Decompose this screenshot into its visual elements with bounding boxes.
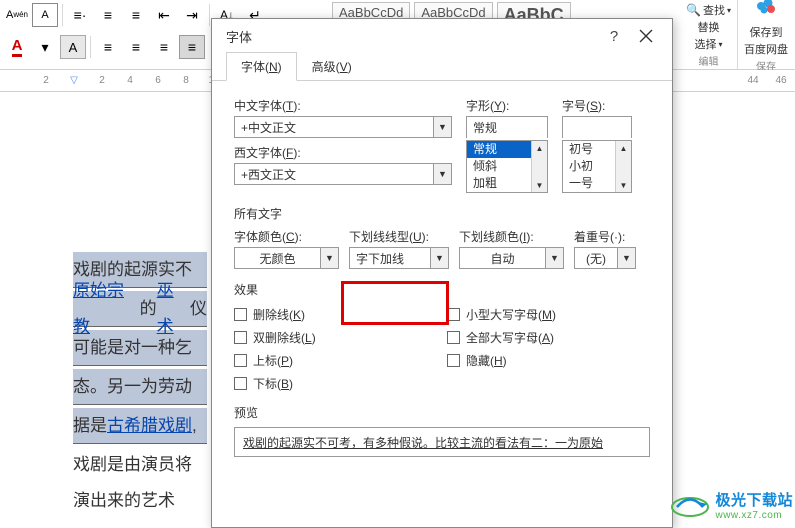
font-color-combo[interactable]: 无颜色 ▼ [234, 247, 339, 269]
ruler-tick: 8 [172, 75, 200, 86]
checkbox-subscript[interactable]: 下标(B) [234, 375, 437, 392]
doc-selected-line[interactable]: 态。另一为劳动 [73, 369, 207, 405]
font-color-value: 无颜色 [235, 250, 320, 267]
font-style-value: 常规 [467, 119, 547, 136]
chevron-down-icon[interactable]: ▼ [617, 248, 635, 268]
scrollbar[interactable]: ▲▼ [531, 141, 547, 192]
dec-indent-btn[interactable]: ⇤ [151, 3, 177, 27]
ruler-tick: 46 [767, 75, 795, 86]
chinese-font-combo[interactable]: +中文正文 ▼ [234, 116, 452, 138]
doc-selected-line[interactable]: 可能是对一种乞 [73, 330, 207, 366]
separator [90, 36, 91, 58]
ruler-tick: 6 [144, 75, 172, 86]
find-btn[interactable]: 🔍查找▾ [686, 2, 731, 18]
checkbox-superscript[interactable]: 上标(P) [234, 352, 437, 369]
dialog-tabs: 字体(N) 高级(V) [212, 53, 672, 81]
tab-advanced[interactable]: 高级(V) [297, 52, 367, 81]
emphasis-label: 着重号(·): [574, 228, 636, 245]
help-button[interactable]: ? [598, 22, 630, 50]
chevron-down-icon[interactable]: ▼ [430, 248, 448, 268]
close-button[interactable] [630, 22, 662, 50]
separator [209, 4, 210, 26]
separator [62, 4, 63, 26]
underline-style-value: 字下加线 [350, 250, 430, 267]
baidu-cloud-icon[interactable] [754, 0, 778, 23]
align-left-btn[interactable]: ≡ [95, 35, 121, 59]
save-cloud-l1[interactable]: 保存到 [749, 24, 782, 40]
align-right-btn[interactable]: ≡ [151, 35, 177, 59]
western-font-label: 西文字体(F): [234, 144, 452, 161]
dialog-titlebar[interactable]: 字体 ? [212, 19, 672, 53]
chevron-down-icon[interactable]: ▼ [433, 164, 451, 184]
font-dialog: 字体 ? 字体(N) 高级(V) 中文字体(T): +中文正文 ▼ 西文字体(F… [211, 18, 673, 528]
save-cloud-l2[interactable]: 百度网盘 [744, 41, 788, 57]
char-shading-btn[interactable]: A [60, 35, 86, 59]
doc-selected-line[interactable]: 据是古希腊戏剧, [73, 408, 207, 444]
western-font-combo[interactable]: +西文正文 ▼ [234, 163, 452, 185]
preview-label: 预览 [234, 404, 650, 421]
preview-box: 戏剧的起源实不可考，有多种假说。比较主流的看法有二：一为原始 [234, 427, 650, 457]
font-style-label: 字形(Y): [466, 97, 548, 114]
effects-label: 效果 [234, 281, 650, 298]
emphasis-combo[interactable]: (无) ▼ [574, 247, 636, 269]
align-justify-btn[interactable]: ≡ [179, 35, 205, 59]
replace-btn[interactable]: 替换 [697, 19, 719, 35]
font-size-listbox[interactable]: 初号 小初 一号 ▲▼ [562, 140, 632, 193]
checkbox-allcaps[interactable]: 全部大写字母(A) [447, 329, 650, 346]
chinese-font-label: 中文字体(T): [234, 97, 452, 114]
right-panel: 🔍查找▾ 替换 选择▾ 编辑 保存到 百度网盘 保存 [680, 0, 795, 70]
multilevel-btn[interactable]: ≡ [123, 3, 149, 27]
font-style-input[interactable]: 常规 [466, 116, 548, 138]
checkbox-smallcaps[interactable]: 小型大写字母(M) [447, 306, 650, 323]
ruler-tick: 44 [739, 75, 767, 86]
char-border-btn[interactable]: A [32, 3, 58, 27]
checkbox-doublestrike[interactable]: 双删除线(L) [234, 329, 437, 346]
font-color-btn[interactable]: A [4, 35, 30, 59]
editing-group-label: 编辑 [698, 53, 718, 68]
chevron-down-icon[interactable]: ▼ [320, 248, 338, 268]
underline-color-value: 自动 [460, 250, 545, 267]
ruler-marker-icon[interactable]: ▽ [60, 75, 88, 86]
dialog-body: 中文字体(T): +中文正文 ▼ 西文字体(F): +西文正文 ▼ 字形(Y):… [212, 81, 672, 465]
checkbox-hidden[interactable]: 隐藏(H) [447, 352, 650, 369]
watermark-logo-icon [669, 488, 711, 526]
font-size-input[interactable] [562, 116, 632, 138]
tab-font[interactable]: 字体(N) [226, 52, 297, 81]
chevron-down-icon[interactable]: ▼ [433, 117, 451, 137]
dialog-title: 字体 [226, 27, 598, 46]
watermark-name: 极光下载站 [715, 493, 793, 510]
font-style-listbox[interactable]: 常规 倾斜 加粗 ▲▼ [466, 140, 548, 193]
font-color-label: 字体颜色(C): [234, 228, 339, 245]
underline-style-combo[interactable]: 字下加线 ▼ [349, 247, 449, 269]
inc-indent-btn[interactable]: ⇥ [179, 3, 205, 27]
emphasis-value: (无) [575, 250, 617, 267]
phonetic-guide-btn[interactable]: Awén [4, 3, 30, 27]
watermark: 极光下载站 www.xz7.com [669, 488, 793, 526]
ruler-tick: 4 [116, 75, 144, 86]
align-center-btn[interactable]: ≡ [123, 35, 149, 59]
western-font-value: +西文正文 [235, 166, 433, 183]
select-btn[interactable]: 选择▾ [694, 36, 722, 52]
doc-selected-line[interactable]: 原始宗教的巫术仪 [73, 291, 207, 327]
font-size-label: 字号(S): [562, 97, 632, 114]
ruler-tick: 2 [32, 75, 60, 86]
ruler-tick: 2 [88, 75, 116, 86]
highlight-btn[interactable]: ▾ [32, 35, 58, 59]
checkbox-strike[interactable]: 删除线(K) [234, 306, 437, 323]
underline-color-combo[interactable]: 自动 ▼ [459, 247, 564, 269]
watermark-url: www.xz7.com [715, 510, 793, 521]
underline-color-label: 下划线颜色(I): [459, 228, 564, 245]
all-text-label: 所有文字 [234, 205, 650, 222]
chevron-down-icon[interactable]: ▼ [545, 248, 563, 268]
scrollbar[interactable]: ▲▼ [615, 141, 631, 192]
bullets-btn[interactable]: ≡· [67, 3, 93, 27]
chinese-font-value: +中文正文 [235, 119, 433, 136]
numbering-btn[interactable]: ≡ [95, 3, 121, 27]
underline-style-label: 下划线线型(U): [349, 228, 449, 245]
